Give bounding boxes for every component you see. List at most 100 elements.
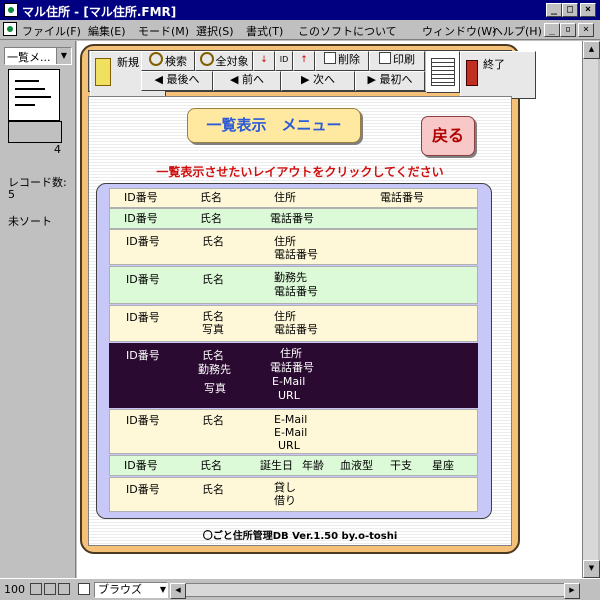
cell-name: 氏名 [202, 414, 224, 427]
cell-id: ID番号 [126, 235, 160, 248]
cell-field: E-Mail [274, 413, 308, 426]
menu-format[interactable]: 書式(T) [246, 23, 283, 39]
page-number: 4 [54, 143, 61, 156]
layout-option-6[interactable]: ID番号 氏名 勤務先 写真 住所 電話番号 E-Mail URL [109, 343, 478, 408]
cell-field: URL [278, 439, 300, 452]
search-all-icon [199, 52, 214, 66]
all-records-button[interactable]: 全対象 [195, 51, 253, 71]
last-record-button[interactable]: ◀ 最後へ [141, 71, 213, 91]
cell-id: ID番号 [124, 191, 158, 204]
menu-select[interactable]: 選択(S) [196, 23, 234, 39]
chevron-down-icon[interactable]: ▼ [56, 48, 71, 64]
scroll-right-icon[interactable]: ▶ [564, 583, 580, 599]
close-button[interactable]: × [580, 3, 596, 17]
menu-file[interactable]: ファイル(F) [22, 23, 81, 39]
status-toggle-icon[interactable] [58, 583, 70, 595]
first-record-button[interactable]: ▶ 最初へ [355, 71, 425, 91]
cell-field: 電話番号 [274, 285, 318, 298]
layout-option-1[interactable]: ID番号 氏名 住所 電話番号 [109, 188, 478, 208]
layout-option-7[interactable]: ID番号 氏名 E-Mail E-Mail URL [109, 409, 478, 454]
menu-help[interactable]: ヘルプ(H) [492, 23, 542, 39]
layout-option-8[interactable]: ID番号 氏名 誕生日 年齢 血液型 干支 星座 [109, 455, 478, 476]
cell-id: ID番号 [126, 349, 160, 362]
document-icon[interactable] [3, 22, 17, 36]
minimize-button[interactable]: _ [546, 3, 562, 17]
cell-field: 電話番号 [270, 361, 314, 374]
cell-field: 電話番号 [380, 191, 424, 204]
vertical-scrollbar[interactable]: ▲ ▼ [582, 41, 600, 578]
horizontal-scrollbar[interactable]: ◀ ▶ [170, 583, 580, 599]
exit-button[interactable]: 終了 [460, 51, 536, 99]
cell-field: E-Mail [272, 375, 306, 388]
doc-minimize-button[interactable]: _ [544, 23, 560, 37]
next-record-button[interactable]: ▶ 次へ [281, 71, 355, 91]
zoom-out-icon[interactable] [30, 583, 42, 595]
record-count-label: レコード数: [8, 176, 67, 189]
layout-option-3[interactable]: ID番号 氏名 住所 電話番号 [109, 229, 478, 265]
cell-field: E-Mail [274, 426, 308, 439]
cell-name: 氏名 [202, 310, 224, 323]
layout-option-5[interactable]: ID番号 氏名 写真 住所 電話番号 [109, 305, 478, 342]
layout-option-4[interactable]: ID番号 氏名 勤務先 電話番号 [109, 266, 478, 304]
layout-select-value: 一覧メ... [7, 51, 51, 64]
search-button[interactable]: 検索 [141, 51, 195, 71]
cell-name: 氏名 [202, 349, 224, 362]
layout-option-2[interactable]: ID番号 氏名 電話番号 [109, 208, 478, 229]
prev-label: 前へ [241, 73, 264, 86]
menu-window[interactable]: ウィンドウ(W) [422, 23, 496, 39]
cell-field: 電話番号 [274, 323, 318, 336]
book-slider[interactable] [8, 121, 62, 143]
cell-field: 誕生日 [260, 459, 293, 472]
prev-record-button[interactable]: ◀ 前へ [213, 71, 281, 91]
back-button[interactable]: 戻る [421, 116, 475, 156]
first-record-label: 最初へ [379, 73, 413, 86]
cell-field: 貸し [274, 481, 296, 494]
print-button[interactable]: 印刷 [369, 51, 425, 71]
layout-select[interactable]: 一覧メ... ▼ [4, 47, 72, 65]
menu-bar: ファイル(F) 編集(E) モード(M) 選択(S) 書式(T) このソフトにつ… [0, 20, 600, 40]
instruction-text: 一覧表示させたいレイアウトをクリックしてください [156, 165, 444, 179]
sort-desc-icon: ↑ [300, 55, 308, 65]
book-page [8, 69, 60, 121]
pencil-icon [95, 58, 111, 86]
cell-field: 住所 [280, 347, 302, 360]
zoom-level[interactable]: 100 [4, 583, 25, 596]
cell-name: 氏名 [202, 273, 224, 286]
mode-select[interactable]: ブラウズ ▼ [94, 582, 168, 598]
all-records-label: 全対象 [215, 55, 249, 68]
id-button[interactable]: ID [275, 51, 293, 71]
cell-id: ID番号 [124, 459, 158, 472]
scroll-down-icon[interactable]: ▼ [583, 560, 600, 578]
scroll-left-icon[interactable]: ◀ [170, 583, 186, 599]
id-label: ID [279, 55, 289, 64]
search-label: 検索 [165, 55, 187, 68]
sort-descending-button[interactable]: ↑ [293, 51, 315, 71]
menu-about[interactable]: このソフトについて [298, 23, 397, 39]
layout-option-9[interactable]: ID番号 氏名 貸し 借り [109, 477, 478, 512]
cell-id: ID番号 [126, 311, 160, 324]
text-mode-icon[interactable] [78, 583, 90, 595]
app-icon[interactable] [4, 3, 18, 17]
doc-close-button[interactable]: × [578, 23, 594, 37]
cell-field: 勤務先 [274, 271, 307, 284]
scroll-up-icon[interactable]: ▲ [583, 41, 600, 59]
delete-button[interactable]: 削除 [315, 51, 369, 71]
door-icon [466, 60, 478, 86]
printer-icon [379, 52, 391, 64]
search-icon [149, 52, 163, 66]
sort-ascending-button[interactable]: ↓ [253, 51, 275, 71]
cell-name: 写真 [202, 323, 224, 336]
cell-id: ID番号 [124, 212, 158, 225]
maximize-button[interactable]: □ [562, 3, 578, 17]
zoom-in-icon[interactable] [44, 583, 56, 595]
book-icon[interactable]: 4 [8, 69, 64, 156]
sort-asc-icon: ↓ [260, 55, 268, 65]
cell-field: 住所 [274, 310, 296, 323]
cell-field: 電話番号 [274, 248, 318, 261]
doc-restore-button[interactable]: ▫ [560, 23, 576, 37]
layout-icon[interactable] [426, 51, 460, 93]
menu-edit[interactable]: 編集(E) [88, 23, 126, 39]
window-title: マル住所 - [マル住所.FMR] [22, 5, 177, 19]
menu-mode[interactable]: モード(M) [138, 23, 189, 39]
footer-credit: 〇ごと住所管理DB Ver.1.50 by.o-toshi [202, 531, 398, 542]
